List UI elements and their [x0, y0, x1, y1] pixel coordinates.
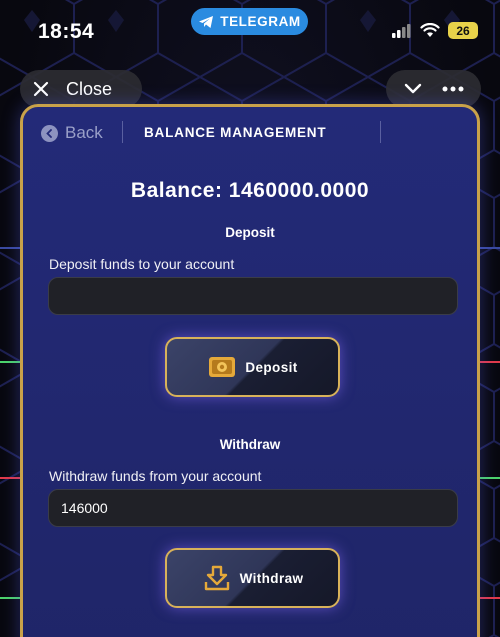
menu-pill: [386, 70, 481, 108]
close-button-label: Close: [66, 78, 113, 99]
deposit-section-title: Deposit: [225, 225, 275, 240]
cellular-signal-icon: [392, 23, 411, 38]
panel-title: BALANCE MANAGEMENT: [144, 125, 327, 140]
deposit-amount-input[interactable]: [48, 277, 458, 315]
balance-display: Balance: 1460000.0000: [130, 179, 370, 202]
telegram-pill-label: TELEGRAM: [220, 14, 301, 29]
balance-panel: Back BALANCE MANAGEMENT Balance: 1460000…: [20, 104, 480, 637]
back-button[interactable]: Back: [41, 123, 103, 143]
battery-indicator: 26: [448, 22, 478, 39]
back-arrow-icon: [41, 124, 58, 142]
header-divider: [380, 121, 381, 143]
more-options-icon[interactable]: [442, 86, 464, 92]
deposit-wallet-icon: [207, 354, 237, 380]
withdraw-download-icon: [202, 565, 232, 591]
wifi-icon: [420, 23, 440, 37]
header-divider: [122, 121, 123, 143]
withdraw-button[interactable]: Withdraw: [165, 548, 340, 608]
status-bar: 18:54 TELEGRAM 26: [0, 0, 500, 62]
withdraw-field-label: Withdraw funds from your account: [49, 468, 262, 484]
deposit-button[interactable]: Deposit: [165, 337, 340, 397]
deposit-button-label: Deposit: [245, 359, 298, 375]
telegram-pill[interactable]: TELEGRAM: [191, 8, 308, 35]
withdraw-amount-input[interactable]: [48, 489, 458, 527]
panel-header: Back BALANCE MANAGEMENT: [23, 107, 477, 155]
close-button[interactable]: Close: [20, 70, 142, 108]
deposit-field-label: Deposit funds to your account: [49, 256, 235, 272]
close-icon: [33, 81, 49, 97]
withdraw-button-label: Withdraw: [239, 570, 304, 586]
status-indicators: 26: [392, 22, 478, 39]
withdraw-section-title: Withdraw: [219, 437, 281, 452]
telegram-icon: [199, 15, 214, 28]
chevron-down-icon[interactable]: [403, 83, 423, 95]
back-button-label: Back: [65, 123, 103, 142]
status-time: 18:54: [38, 20, 95, 43]
